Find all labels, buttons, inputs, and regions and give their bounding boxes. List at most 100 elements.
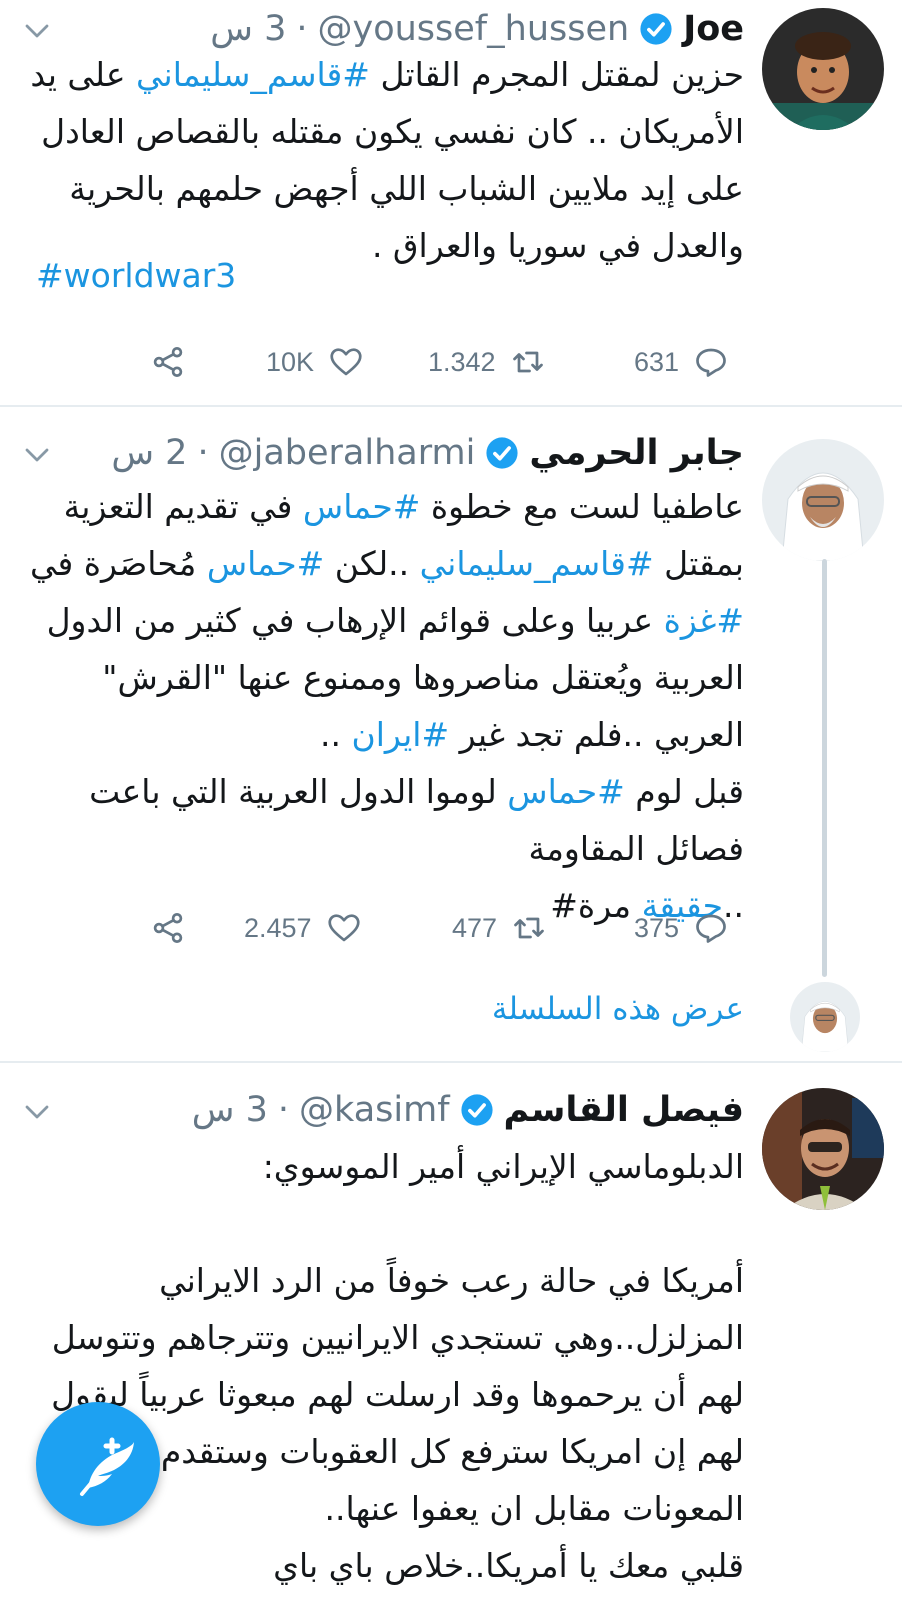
text-segment: عاطفيا لست مع خطوة bbox=[420, 487, 744, 526]
retweet-icon bbox=[511, 910, 547, 946]
text-line: بمقتل #قاسم_سليماني ..لكن #حماس مُحاصَرة… bbox=[30, 535, 744, 592]
chevron-down-icon[interactable] bbox=[22, 16, 52, 46]
text-line: حزين لمقتل المجرم القاتل #قاسم_سليماني ع… bbox=[30, 46, 744, 103]
text-line: على إيد ملايين الشباب اللي أجهض حلمهم با… bbox=[30, 160, 744, 217]
text-segment: أمريكا في حالة رعب خوفاً من الرد الايران… bbox=[159, 1261, 744, 1300]
text-segment: بمقتل bbox=[653, 544, 744, 583]
tweet-actions: 631 1.342 10K bbox=[0, 337, 902, 387]
hashtag-link[interactable]: #قاسم_سليماني bbox=[136, 55, 370, 94]
hashtag-link[interactable]: #worldwar3 bbox=[36, 256, 236, 295]
retweet-count: 477 bbox=[452, 912, 498, 943]
text-line: الدبلوماسي الإيراني أمير الموسوي: bbox=[51, 1138, 744, 1195]
compose-tweet-icon bbox=[36, 1402, 160, 1526]
retweet-count: 1.342 bbox=[428, 346, 496, 377]
tweet-1[interactable]: Joe @youssef_hussen · 3 س حزين لمقتل الم… bbox=[0, 0, 902, 405]
like-count: 10K bbox=[266, 346, 315, 377]
author-handle[interactable]: @kasimf bbox=[299, 1090, 449, 1130]
author-handle[interactable]: @jaberalharmi bbox=[219, 433, 476, 473]
text-segment: الدبلوماسي الإيراني أمير الموسوي: bbox=[262, 1147, 744, 1186]
text-segment: الأمريكان .. كان نفسي يكون مقتله بالقصاص… bbox=[41, 112, 744, 151]
author-name[interactable]: Joe bbox=[683, 9, 744, 49]
text-line: #غزة عربيا وعلى قوائم الإرهاب في كثير من… bbox=[30, 592, 744, 649]
avatar-jaber[interactable] bbox=[762, 439, 884, 561]
text-segment: فصائل المقاومة bbox=[528, 829, 744, 868]
text-line bbox=[51, 1195, 744, 1252]
text-segment: المعونات مقابل ان يعفوا عنها.. bbox=[324, 1489, 744, 1528]
text-segment: قبل لوم bbox=[624, 772, 744, 811]
separator-dot: · bbox=[296, 9, 308, 49]
retweet-button[interactable]: 1.342 bbox=[428, 337, 546, 387]
hashtag-link[interactable]: #حماس bbox=[303, 487, 420, 526]
share-icon bbox=[150, 910, 186, 946]
share-button[interactable] bbox=[150, 337, 186, 387]
tweet-time[interactable]: 3 س bbox=[210, 9, 286, 49]
tweet-time[interactable]: 2 س bbox=[111, 433, 187, 473]
hashtag-link[interactable]: #حماس bbox=[507, 772, 624, 811]
tweet-text: حزين لمقتل المجرم القاتل #قاسم_سليماني ع… bbox=[30, 46, 744, 274]
tweet-actions: 375 477 2.457 bbox=[0, 903, 902, 953]
verified-badge-icon bbox=[485, 436, 519, 470]
reply-button[interactable]: 375 bbox=[634, 903, 729, 953]
author-name[interactable]: جابر الحرمي bbox=[529, 433, 744, 473]
text-segment: العربية ويُعتقل مناصروها وممنوع عنها "ال… bbox=[102, 658, 744, 697]
text-line: الأمريكان .. كان نفسي يكون مقتله بالقصاص… bbox=[30, 103, 744, 160]
tweet-2[interactable]: جابر الحرمي @jaberalharmi · 2 س عاطفيا ل… bbox=[0, 407, 902, 1061]
text-segment: ..لكن bbox=[324, 544, 420, 583]
verified-badge-icon bbox=[639, 12, 673, 46]
reply-count: 631 bbox=[634, 346, 680, 377]
text-segment: .. bbox=[320, 715, 352, 754]
retweet-icon bbox=[510, 344, 546, 380]
text-line: عاطفيا لست مع خطوة #حماس في تقديم التعزي… bbox=[30, 478, 744, 535]
text-line: قلبي معك يا أمريكا..خلاص باي باي bbox=[51, 1537, 744, 1594]
text-segment: مُحاصَرة في bbox=[30, 544, 207, 583]
text-segment: قلبي معك يا أمريكا..خلاص باي باي bbox=[273, 1546, 744, 1585]
text-segment: على إيد ملايين الشباب اللي أجهض حلمهم با… bbox=[69, 169, 744, 208]
author-name[interactable]: فيصل القاسم bbox=[504, 1090, 744, 1130]
text-line: العربية ويُعتقل مناصروها وممنوع عنها "ال… bbox=[30, 649, 744, 706]
hashtag-link[interactable]: #قاسم_سليماني bbox=[420, 544, 654, 583]
chevron-down-icon[interactable] bbox=[22, 1097, 52, 1127]
text-line: فصائل المقاومة bbox=[30, 820, 744, 877]
show-thread-link[interactable]: عرض هذه السلسلة bbox=[492, 991, 744, 1027]
retweet-button[interactable]: 477 bbox=[452, 903, 547, 953]
chevron-down-icon[interactable] bbox=[22, 440, 52, 470]
like-button[interactable]: 2.457 bbox=[244, 903, 362, 953]
like-button[interactable]: 10K bbox=[266, 337, 364, 387]
separator-dot: · bbox=[277, 1090, 290, 1130]
avatar-faisal[interactable] bbox=[762, 1088, 884, 1210]
text-line: قبل لوم #حماس لوموا الدول العربية التي ب… bbox=[30, 763, 744, 820]
share-icon bbox=[150, 344, 186, 380]
reply-button[interactable]: 631 bbox=[634, 337, 729, 387]
like-count: 2.457 bbox=[244, 912, 312, 943]
hashtag-link[interactable]: #غزة bbox=[664, 601, 744, 640]
tweet-header: فيصل القاسم @kasimf · 3 س bbox=[192, 1083, 744, 1137]
compose-tweet-button[interactable] bbox=[36, 1402, 160, 1526]
hashtag-link[interactable]: #حماس bbox=[207, 544, 324, 583]
text-line: المزلزل..وهي تستجدي الايرانيين وتترجاهم … bbox=[51, 1309, 744, 1366]
text-line: العربي ..فلم تجد غير #ايران .. bbox=[30, 706, 744, 763]
separator-dot: · bbox=[197, 433, 209, 473]
tweet-header: جابر الحرمي @jaberalharmi · 2 س bbox=[111, 426, 744, 480]
thread-avatar[interactable] bbox=[790, 982, 860, 1052]
text-segment: في تقديم التعزية bbox=[63, 487, 303, 526]
tweet-time[interactable]: 3 س bbox=[192, 1090, 268, 1130]
author-handle[interactable]: @youssef_hussen bbox=[318, 9, 630, 49]
heart-icon bbox=[328, 344, 364, 380]
avatar-joe[interactable] bbox=[762, 8, 884, 130]
text-segment: حزين لمقتل المجرم القاتل bbox=[369, 55, 744, 94]
tweet-text: عاطفيا لست مع خطوة #حماس في تقديم التعزي… bbox=[30, 478, 744, 934]
text-segment: لوموا الدول العربية التي باعت bbox=[89, 772, 508, 811]
hashtag-link[interactable]: #ايران bbox=[352, 715, 450, 754]
text-segment: والعدل في سوريا والعراق . bbox=[371, 226, 744, 265]
reply-icon bbox=[693, 910, 729, 946]
text-segment: على يد bbox=[30, 55, 136, 94]
verified-badge-icon bbox=[460, 1093, 494, 1127]
share-button[interactable] bbox=[150, 903, 186, 953]
text-line: أمريكا في حالة رعب خوفاً من الرد الايران… bbox=[51, 1252, 744, 1309]
reply-count: 375 bbox=[634, 912, 680, 943]
text-segment: لهم إن امريكا سترفع كل العقوبات وستقدم ل… bbox=[103, 1432, 744, 1471]
text-segment: العربي ..فلم تجد غير bbox=[449, 715, 744, 754]
text-segment: المزلزل..وهي تستجدي الايرانيين وتترجاهم … bbox=[51, 1318, 744, 1357]
heart-icon bbox=[326, 910, 362, 946]
text-segment: عربيا وعلى قوائم الإرهاب في كثير من الدو… bbox=[46, 601, 664, 640]
